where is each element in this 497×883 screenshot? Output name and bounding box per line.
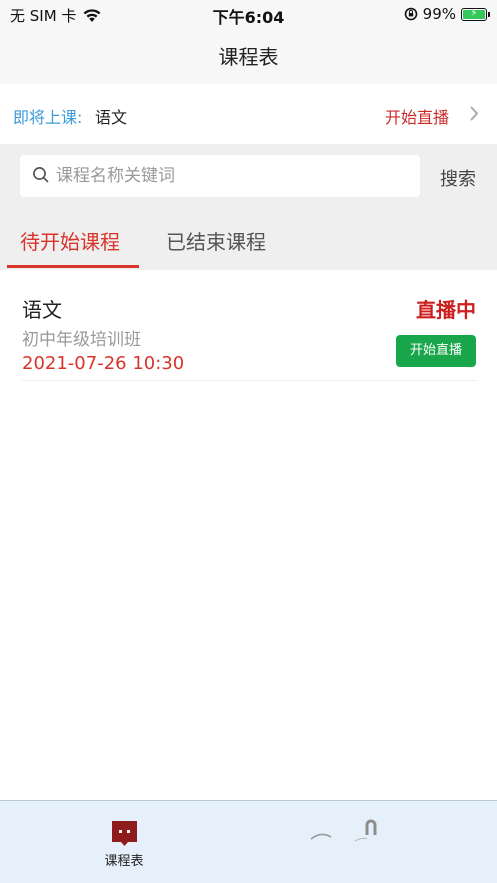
nav-bar: 课程表: [0, 30, 497, 84]
schedule-icon: [112, 821, 137, 846]
start-live-button[interactable]: 开始直播: [396, 335, 476, 367]
active-tab-indicator: [7, 265, 139, 268]
live-status-badge: 直播中: [416, 298, 476, 322]
search-box[interactable]: [20, 155, 420, 197]
search-input[interactable]: [56, 155, 406, 197]
start-live-link[interactable]: 开始直播: [385, 104, 449, 128]
bottom-tab-bar: 课程表: [0, 800, 497, 883]
search-area: 搜索: [0, 144, 497, 208]
course-datetime: 2021-07-26 10:30: [22, 353, 185, 374]
tabbar-item-profile[interactable]: [249, 801, 497, 883]
upcoming-class-bar[interactable]: 即将上课: 语文 开始直播: [0, 84, 497, 144]
tabbar-label-schedule: 课程表: [104, 854, 144, 869]
battery-icon: ⚡: [461, 7, 490, 21]
course-class-name: 初中年级培训班: [22, 330, 141, 350]
status-right: 99% ⚡: [404, 5, 490, 23]
battery-percent: 99%: [422, 5, 456, 23]
page-title: 课程表: [218, 45, 279, 69]
upcoming-subject: 语文: [95, 108, 128, 127]
orientation-lock-icon: [404, 7, 417, 21]
tab-finished-courses[interactable]: 已结束课程: [166, 226, 266, 255]
profile-icon: [310, 819, 377, 842]
status-bar: 无 SIM 卡 下午6:04 99% ⚡: [0, 0, 497, 30]
course-tabs: 待开始课程 已结束课程: [0, 208, 497, 270]
search-icon: [33, 167, 49, 183]
course-name: 语文: [22, 298, 62, 322]
course-list-item[interactable]: 语文 初中年级培训班 2021-07-26 10:30 直播中 开始直播: [22, 270, 476, 381]
upcoming-label: 即将上课:: [13, 108, 83, 127]
search-button[interactable]: 搜索: [440, 165, 476, 191]
tabbar-item-schedule[interactable]: 课程表: [0, 801, 248, 883]
chevron-right-icon[interactable]: [470, 106, 479, 121]
tab-upcoming-courses[interactable]: 待开始课程: [20, 226, 120, 255]
